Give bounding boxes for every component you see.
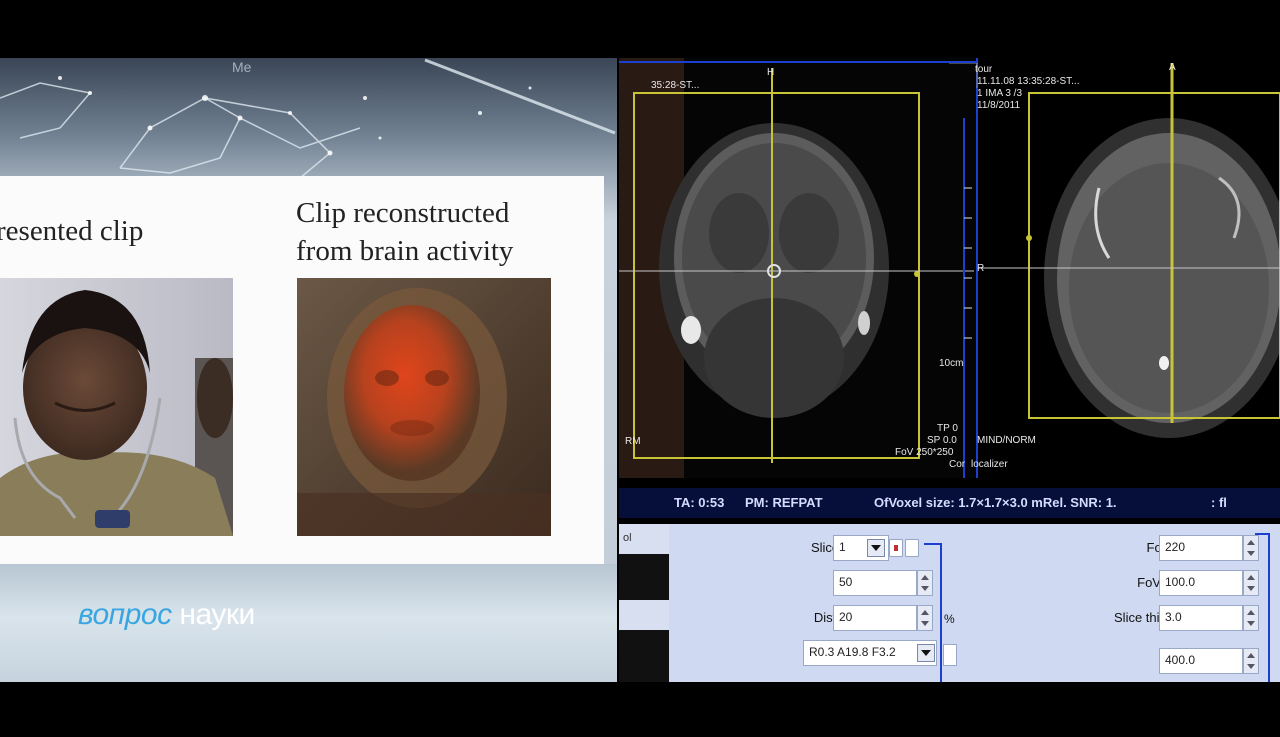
dist-factor-unit: % [944,612,955,626]
background-text: Me [232,59,252,75]
scale-label: 10cm [939,358,964,369]
slice-group-add-button[interactable] [889,539,903,557]
sequence-status-bar: TA: 0:53 PM: REFPAT OfVoxel size: 1.7×1.… [619,488,1280,518]
tab-separator [619,600,669,630]
logo-part-1: вопрос [78,598,172,631]
mri-viewports [619,58,1280,478]
fov-read-spinner[interactable] [1243,535,1259,561]
label-a: A [1169,62,1176,73]
routine-tab[interactable]: ol [619,524,669,554]
presentation-slide-region: Me resented clip Clip reconstructed from… [0,58,617,682]
mode-label: MIND/NORM [977,435,1036,446]
network-background-graphic: Me [0,58,616,179]
slices-field[interactable]: 50 [833,570,917,596]
fov-phase-field[interactable]: 100.0 [1159,570,1243,596]
program-logo: вопрос науки [78,598,255,632]
slice-thickness-field[interactable]: 3.0 [1159,605,1243,631]
reconstructed-caption-line1: Clip reconstructed [296,197,510,229]
tr-field[interactable]: 400.0 [1159,648,1243,674]
fov-phase-spinner[interactable] [1243,570,1259,596]
left-tab-strip: ol [619,524,669,682]
position-dropdown-icon[interactable] [917,644,935,662]
tr-spinner[interactable] [1243,648,1259,674]
localizer-label: localizer [971,459,1008,470]
left-header-text: 35:28-ST... [651,80,700,91]
mri-console: 35:28-ST... H R A tour 11.11.08 13:35:28… [619,58,1280,682]
label-r: R [977,263,985,274]
reconstructed-caption-line2: from brain activity [296,235,514,267]
sequence-parameter-panel: Slice group 1 Slices 50 Dist. factor 20 … [669,524,1280,682]
status-end: : fl [1211,495,1227,510]
slice-group-remove-button[interactable] [905,539,919,557]
slice-group-dropdown-icon[interactable] [867,539,885,557]
slide-card: resented clip Clip reconstructed from br… [0,176,604,564]
dist-factor-spinner[interactable] [917,605,933,631]
dist-factor-field[interactable]: 20 [833,605,917,631]
position-extra-button[interactable] [943,644,957,666]
slice-thickness-spinner[interactable] [1243,605,1259,631]
fov-read-field[interactable]: 220 [1159,535,1243,561]
meta-line-3: 11/8/2011 [977,100,1021,111]
logo-part-2: науки [179,598,255,631]
meta-line-2: 1 IMA 3 /3 [977,88,1023,99]
reconstructed-clip-image [297,278,551,536]
rm-label: RM [625,436,641,447]
reconstructed-clip-caption: Clip reconstructed from brain activity [296,194,513,270]
pm-value: PM: REFPAT [745,495,823,510]
tp-label: TP 0 [937,423,958,434]
label-h: H [767,67,775,78]
sp-label: SP 0.0 [927,435,957,446]
meta-line-1: 11.11.08 13:35:28-ST... [977,76,1080,87]
ta-value: TA: 0:53 [674,495,725,510]
label-tour: tour [975,64,993,75]
slices-spinner[interactable] [917,570,933,596]
fov-label: FoV 250*250 [895,447,954,458]
voxel-value: OfVoxel size: 1.7×1.7×3.0 mRel. SNR: 1. [874,495,1117,510]
axial-viewport [949,58,1280,478]
presented-clip-image [0,278,233,536]
cor-label: Cor [949,459,966,470]
coronal-viewport [619,58,977,478]
presented-clip-caption: resented clip [0,215,144,247]
